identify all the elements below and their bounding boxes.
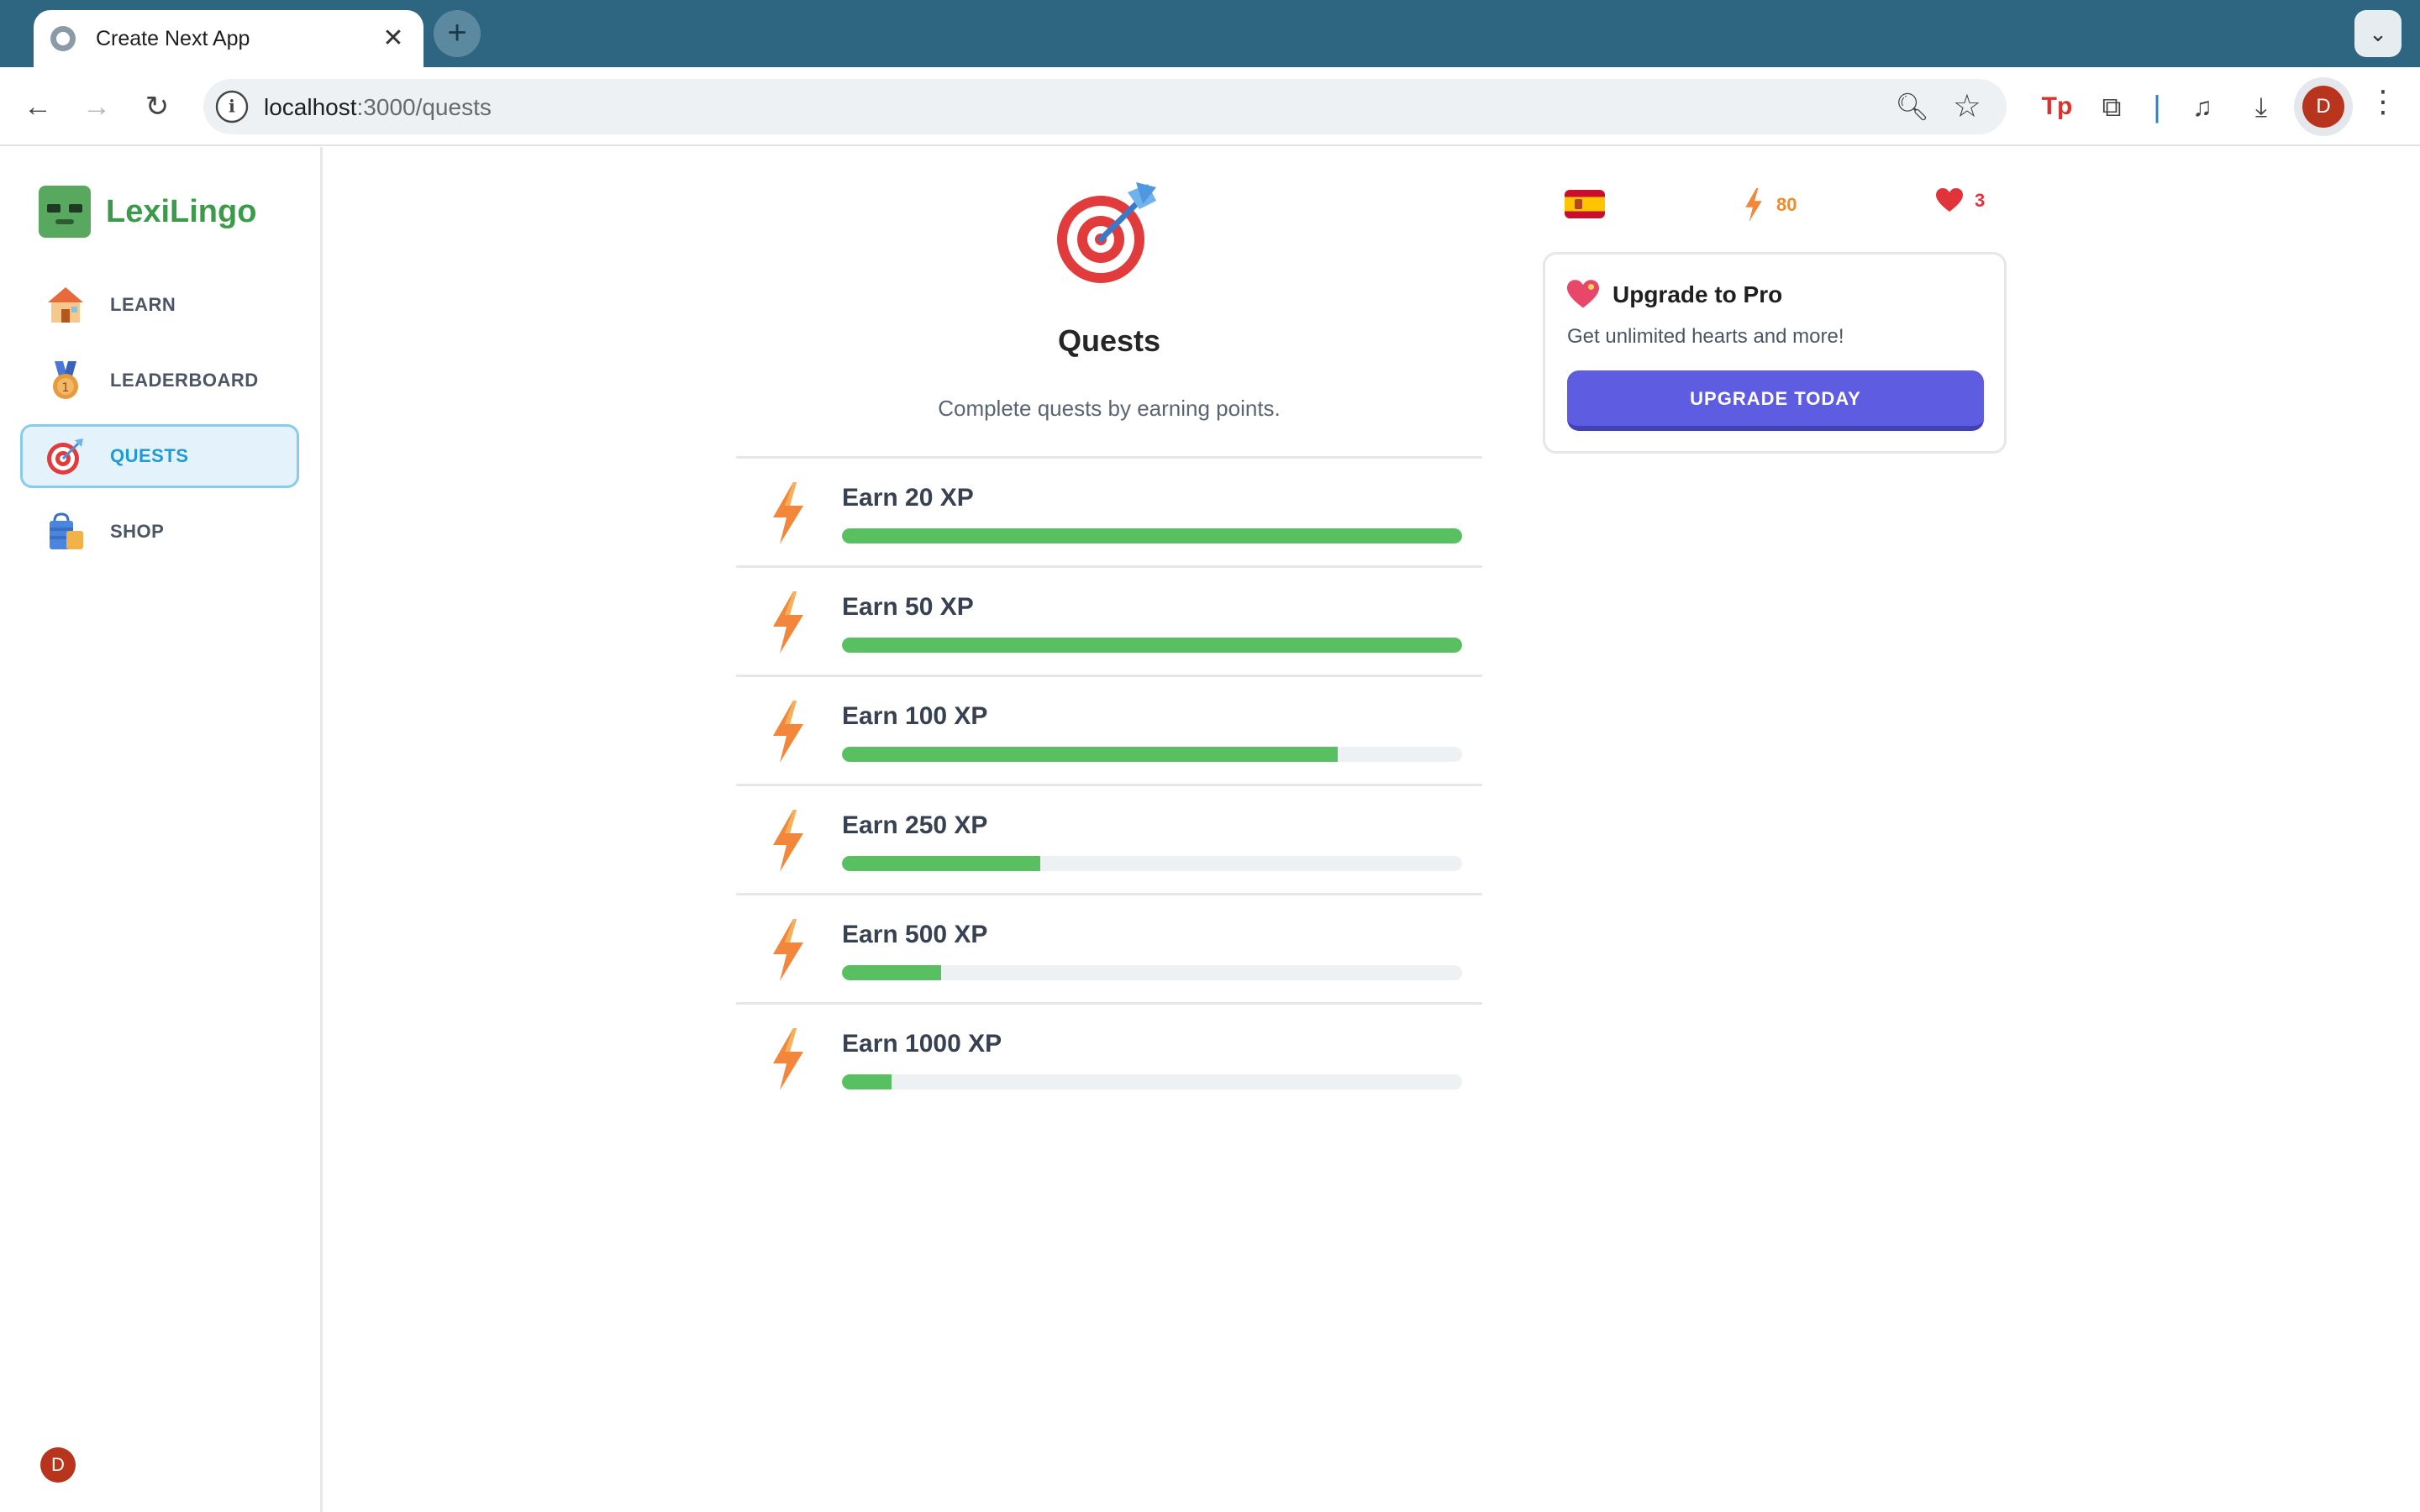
sidebar-item-label: LEARN: [110, 294, 176, 315]
extensions-puzzle-icon[interactable]: ⧉: [2091, 86, 2133, 128]
site-info-icon[interactable]: i: [215, 90, 249, 123]
lightning-bolt-icon: [773, 482, 803, 544]
downloads-icon[interactable]: ⤓: [2240, 86, 2282, 128]
page-title: Quests: [1057, 323, 1161, 358]
points-stat[interactable]: 80: [1743, 188, 1797, 222]
spain-flag-icon[interactable]: [1565, 190, 1605, 218]
browser-tabstrip: Create Next App ✕ + ⌄: [0, 0, 2420, 67]
brand-name: LexiLingo: [106, 193, 257, 229]
globe-icon: [50, 26, 76, 51]
quest-progress-bar: [842, 965, 1462, 980]
browser-toolbar: ← → ↻ i localhost:3000/quests 🔍︎ ☆ Tp ⧉ …: [0, 67, 2420, 146]
promo-description: Get unlimited hearts and more!: [1567, 325, 1844, 348]
zoom-icon[interactable]: 🔍︎: [1895, 91, 1929, 123]
promo-title: Upgrade to Pro: [1612, 281, 1783, 307]
quest-row: Earn 250 XP: [736, 784, 1482, 893]
browser-tab-active[interactable]: Create Next App ✕: [34, 10, 424, 67]
svg-text:1: 1: [62, 381, 70, 395]
target-icon: [1057, 182, 1156, 283]
house-icon: [45, 284, 87, 326]
lightning-bolt-icon: [1745, 188, 1762, 222]
lightning-bolt-icon: [773, 810, 803, 872]
quest-progress-bar: [842, 747, 1462, 762]
quest-row: Earn 1000 XP: [736, 1002, 1482, 1111]
extension-tp-icon[interactable]: Tp: [2033, 86, 2081, 128]
quest-row: Earn 20 XP: [736, 456, 1482, 565]
quest-label: Earn 500 XP: [842, 921, 988, 948]
browser-menu-icon[interactable]: ⋮: [2368, 84, 2398, 119]
quest-row: Earn 50 XP: [736, 565, 1482, 675]
sidebar-item-label: QUESTS: [110, 445, 189, 466]
target-icon: [45, 435, 87, 477]
lightning-bolt-icon: [773, 1028, 803, 1090]
sidebar-item-leaderboard[interactable]: 1 LEADERBOARD: [20, 349, 299, 412]
points-value: 80: [1776, 194, 1797, 215]
brand-logo[interactable]: LexiLingo: [39, 186, 256, 238]
quest-row: Earn 100 XP: [736, 675, 1482, 784]
quest-progress-fill: [842, 856, 1041, 871]
quest-progress-bar: [842, 1074, 1462, 1089]
page-subtitle: Complete quests by earning points.: [938, 396, 1281, 421]
sidebar-item-learn[interactable]: LEARN: [20, 273, 299, 337]
upgrade-promo-card: Upgrade to Pro Get unlimited hearts and …: [1543, 252, 2007, 454]
quest-label: Earn 50 XP: [842, 593, 974, 621]
heart-icon: [1936, 188, 1963, 212]
quest-progress-fill: [842, 638, 1462, 653]
quest-progress-bar: [842, 856, 1462, 871]
toolbar-separator: |: [2153, 89, 2161, 123]
back-button[interactable]: ←: [17, 86, 59, 128]
user-stats-bar: 80 3: [1560, 188, 1996, 222]
medal-icon: 1: [45, 360, 87, 402]
url-host: localhost: [264, 94, 357, 120]
user-avatar-button[interactable]: D: [40, 1447, 76, 1483]
quest-label: Earn 1000 XP: [842, 1030, 1002, 1058]
address-bar[interactable]: i localhost:3000/quests 🔍︎ ☆: [203, 79, 2007, 134]
reload-button[interactable]: ↻: [136, 86, 178, 128]
quest-label: Earn 100 XP: [842, 702, 988, 730]
sparkle-heart-icon: [1567, 280, 1599, 308]
shopping-bag-icon: [45, 511, 87, 553]
new-tab-button[interactable]: +: [434, 10, 481, 57]
mascot-logo-icon: [39, 186, 91, 238]
quest-label: Earn 20 XP: [842, 484, 974, 512]
hearts-stat[interactable]: 3: [1936, 188, 1985, 213]
tab-close-button[interactable]: ✕: [380, 26, 407, 51]
quest-row: Earn 500 XP: [736, 893, 1482, 1002]
quest-list: Earn 20 XP Earn 50 XP Earn 100 XP Earn 2…: [736, 456, 1482, 1111]
lightning-bolt-icon: [773, 591, 803, 654]
tab-title: Create Next App: [96, 26, 250, 50]
bookmark-star-icon[interactable]: ☆: [1953, 87, 1981, 125]
sidebar-item-label: SHOP: [110, 521, 165, 542]
upgrade-today-button[interactable]: UPGRADE TODAY: [1567, 370, 1984, 431]
promo-header: Upgrade to Pro: [1567, 280, 1782, 310]
quest-progress-fill: [842, 747, 1339, 762]
quest-label: Earn 250 XP: [842, 811, 988, 839]
media-controls-icon[interactable]: ♫: [2181, 86, 2223, 128]
lightning-bolt-icon: [773, 919, 803, 981]
url-text[interactable]: localhost:3000/quests: [264, 94, 492, 121]
forward-button[interactable]: →: [76, 86, 118, 128]
hearts-value: 3: [1975, 190, 1986, 211]
sidebar-item-shop[interactable]: SHOP: [20, 500, 299, 564]
quest-progress-fill: [842, 965, 942, 980]
sidebar-item-quests[interactable]: QUESTS: [20, 424, 299, 488]
profile-avatar-button[interactable]: D: [2302, 86, 2344, 128]
sidebar-item-label: LEADERBOARD: [110, 370, 259, 391]
quest-progress-fill: [842, 1074, 892, 1089]
sidebar: LexiLingo LEARN 1 LEADERBOARD QUESTS SHO…: [0, 147, 323, 1512]
quest-progress-bar: [842, 528, 1462, 543]
lightning-bolt-icon: [773, 701, 803, 763]
tab-search-button[interactable]: ⌄: [2354, 10, 2402, 57]
quest-progress-fill: [842, 528, 1462, 543]
url-path: :3000/quests: [356, 94, 492, 120]
quest-progress-bar: [842, 638, 1462, 653]
